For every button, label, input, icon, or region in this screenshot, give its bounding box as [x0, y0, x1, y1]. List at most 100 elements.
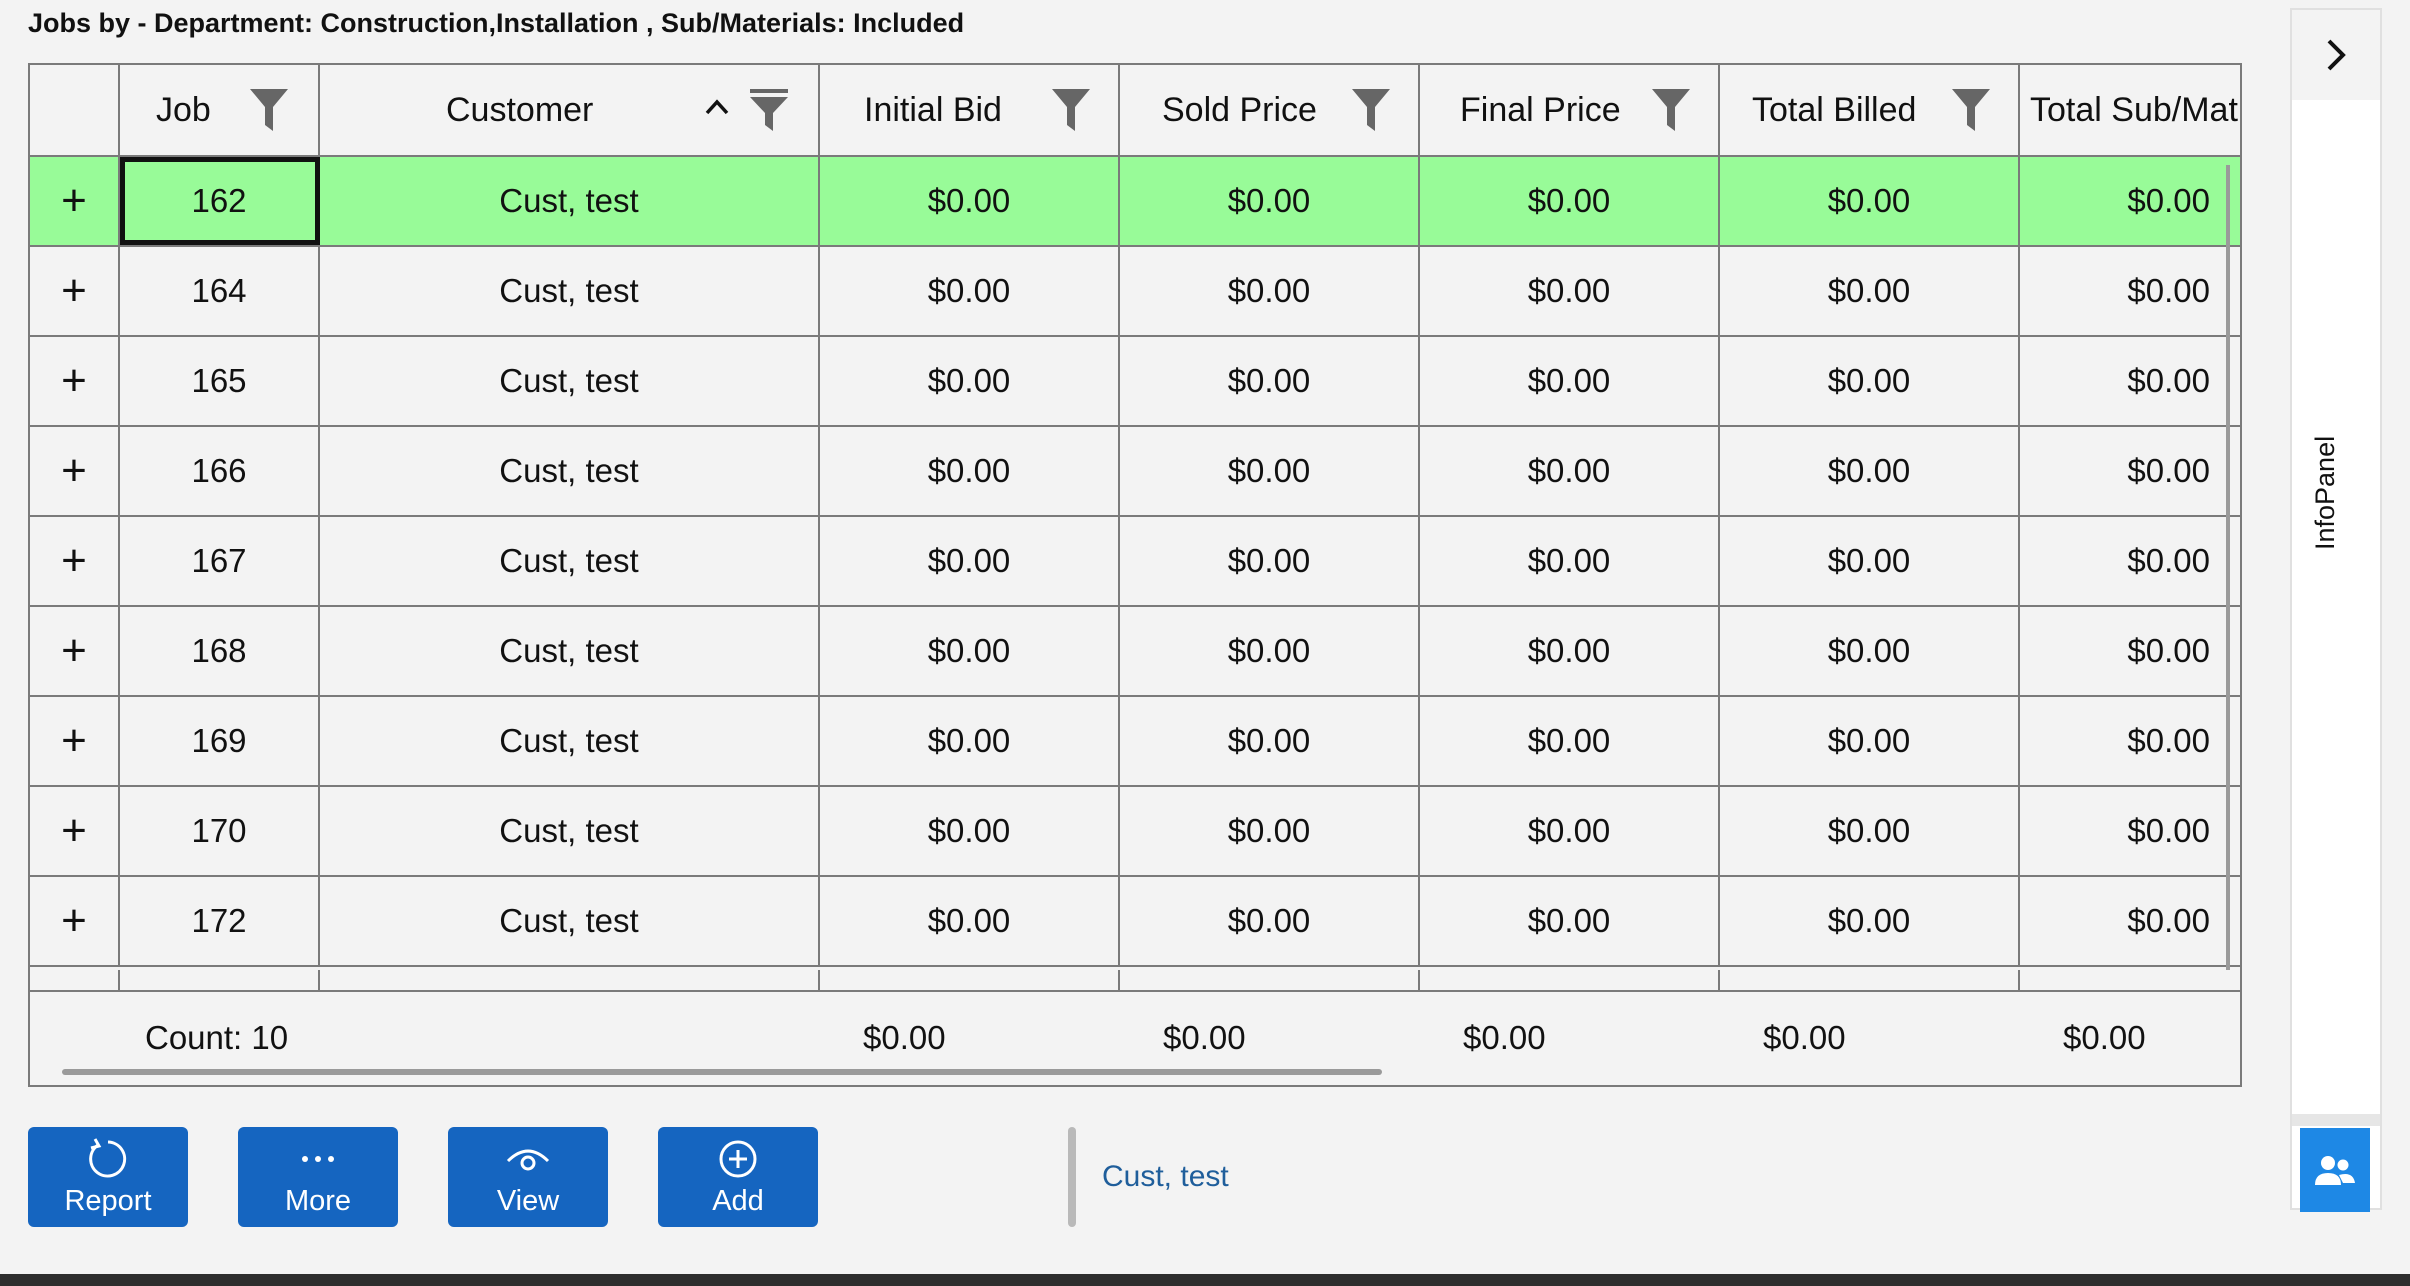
customer-cell[interactable]: Cust, test — [320, 787, 820, 875]
customer-cell[interactable]: Cust, test — [320, 247, 820, 335]
table-row[interactable]: + 170 Cust, test $0.00 $0.00 $0.00 $0.00… — [30, 787, 2240, 877]
initial-bid-cell[interactable]: $0.00 — [820, 787, 1120, 875]
initial-bid-cell[interactable]: $0.00 — [820, 697, 1120, 785]
filter-icon[interactable] — [1052, 89, 1090, 131]
sold-price-cell[interactable]: $0.00 — [1120, 157, 1420, 245]
total-billed-cell[interactable]: $0.00 — [1720, 427, 2020, 515]
report-button[interactable]: Report — [28, 1127, 188, 1227]
table-row[interactable]: + 172 Cust, test $0.00 $0.00 $0.00 $0.00… — [30, 877, 2240, 967]
sold-price-cell[interactable]: $0.00 — [1120, 337, 1420, 425]
customer-cell[interactable]: Cust, test — [320, 427, 820, 515]
initial-bid-cell[interactable]: $0.00 — [820, 157, 1120, 245]
horizontal-scrollbar[interactable] — [62, 1069, 1382, 1075]
jobs-grid[interactable]: Job Customer Initial Bid Sold Price Fina… — [28, 63, 2242, 1087]
view-button[interactable]: View — [448, 1127, 608, 1227]
header-job[interactable]: Job — [120, 65, 320, 155]
total-sub-mat-cell[interactable]: $0.00 — [2020, 607, 2240, 695]
total-billed-cell[interactable]: $0.00 — [1720, 607, 2020, 695]
initial-bid-cell[interactable]: $0.00 — [820, 877, 1120, 965]
job-cell[interactable]: 169 — [120, 697, 320, 785]
initial-bid-cell[interactable]: $0.00 — [820, 607, 1120, 695]
job-cell[interactable]: 170 — [120, 787, 320, 875]
more-button[interactable]: More — [238, 1127, 398, 1227]
vertical-scrollbar[interactable] — [2226, 165, 2230, 970]
header-sold-price[interactable]: Sold Price — [1120, 65, 1420, 155]
job-cell[interactable]: 168 — [120, 607, 320, 695]
sold-price-cell[interactable]: $0.00 — [1120, 247, 1420, 335]
customer-cell[interactable]: Cust, test — [320, 517, 820, 605]
total-billed-cell[interactable]: $0.00 — [1720, 697, 2020, 785]
filter-icon[interactable] — [1652, 89, 1690, 131]
total-sub-mat-cell[interactable]: $0.00 — [2020, 517, 2240, 605]
total-billed-cell[interactable]: $0.00 — [1720, 787, 2020, 875]
final-price-cell[interactable]: $0.00 — [1420, 697, 1720, 785]
job-cell[interactable]: 162 — [120, 157, 320, 245]
total-sub-mat-cell[interactable]: $0.00 — [2020, 427, 2240, 515]
final-price-cell[interactable]: $0.00 — [1420, 157, 1720, 245]
table-row[interactable]: + 167 Cust, test $0.00 $0.00 $0.00 $0.00… — [30, 517, 2240, 607]
panel-scroll-thumb[interactable] — [2292, 1114, 2380, 1126]
expand-button[interactable]: + — [30, 787, 120, 875]
expand-button[interactable]: + — [30, 697, 120, 785]
header-customer[interactable]: Customer — [320, 65, 820, 155]
total-billed-cell[interactable]: $0.00 — [1720, 247, 2020, 335]
customer-cell[interactable]: Cust, test — [320, 697, 820, 785]
total-sub-mat-cell[interactable]: $0.00 — [2020, 157, 2240, 245]
customer-cell[interactable]: Cust, test — [320, 157, 820, 245]
table-row[interactable]: + 165 Cust, test $0.00 $0.00 $0.00 $0.00… — [30, 337, 2240, 427]
final-price-cell[interactable]: $0.00 — [1420, 787, 1720, 875]
total-sub-mat-cell[interactable]: $0.00 — [2020, 787, 2240, 875]
expand-button[interactable]: + — [30, 877, 120, 965]
header-total-sub-mat[interactable]: Total Sub/Mat — [2020, 65, 2240, 155]
total-sub-mat-cell[interactable]: $0.00 — [2020, 877, 2240, 965]
expand-button[interactable]: + — [30, 337, 120, 425]
header-final-price[interactable]: Final Price — [1420, 65, 1720, 155]
total-sub-mat-cell[interactable]: $0.00 — [2020, 337, 2240, 425]
job-cell[interactable]: 164 — [120, 247, 320, 335]
header-total-billed[interactable]: Total Billed — [1720, 65, 2020, 155]
sold-price-cell[interactable]: $0.00 — [1120, 517, 1420, 605]
table-row[interactable]: + 162 Cust, test $0.00 $0.00 $0.00 $0.00… — [30, 157, 2240, 247]
expand-button[interactable]: + — [30, 157, 120, 245]
customer-cell[interactable]: Cust, test — [320, 877, 820, 965]
table-row[interactable]: + 166 Cust, test $0.00 $0.00 $0.00 $0.00… — [30, 427, 2240, 517]
sold-price-cell[interactable]: $0.00 — [1120, 427, 1420, 515]
add-button[interactable]: Add — [658, 1127, 818, 1227]
filter-icon[interactable] — [250, 89, 288, 131]
expand-button[interactable]: + — [30, 607, 120, 695]
header-initial-bid[interactable]: Initial Bid — [820, 65, 1120, 155]
sort-ascending-icon[interactable] — [704, 95, 730, 121]
total-billed-cell[interactable]: $0.00 — [1720, 157, 2020, 245]
initial-bid-cell[interactable]: $0.00 — [820, 247, 1120, 335]
initial-bid-cell[interactable]: $0.00 — [820, 517, 1120, 605]
job-cell[interactable]: 166 — [120, 427, 320, 515]
final-price-cell[interactable]: $0.00 — [1420, 427, 1720, 515]
total-sub-mat-cell[interactable]: $0.00 — [2020, 697, 2240, 785]
job-cell[interactable]: 165 — [120, 337, 320, 425]
total-billed-cell[interactable]: $0.00 — [1720, 517, 2020, 605]
expand-button[interactable]: + — [30, 427, 120, 515]
final-price-cell[interactable]: $0.00 — [1420, 247, 1720, 335]
total-sub-mat-cell[interactable]: $0.00 — [2020, 247, 2240, 335]
filter-icon[interactable] — [750, 89, 788, 131]
initial-bid-cell[interactable]: $0.00 — [820, 427, 1120, 515]
info-panel[interactable]: InfoPanel — [2290, 8, 2382, 1212]
customer-cell[interactable]: Cust, test — [320, 607, 820, 695]
final-price-cell[interactable]: $0.00 — [1420, 877, 1720, 965]
filter-icon[interactable] — [1952, 89, 1990, 131]
customer-cell[interactable]: Cust, test — [320, 337, 820, 425]
initial-bid-cell[interactable]: $0.00 — [820, 337, 1120, 425]
sold-price-cell[interactable]: $0.00 — [1120, 787, 1420, 875]
sold-price-cell[interactable]: $0.00 — [1120, 697, 1420, 785]
table-row[interactable]: + 168 Cust, test $0.00 $0.00 $0.00 $0.00… — [30, 607, 2240, 697]
contacts-button[interactable] — [2300, 1128, 2370, 1212]
table-row[interactable]: + 164 Cust, test $0.00 $0.00 $0.00 $0.00… — [30, 247, 2240, 337]
final-price-cell[interactable]: $0.00 — [1420, 607, 1720, 695]
final-price-cell[interactable]: $0.00 — [1420, 337, 1720, 425]
final-price-cell[interactable]: $0.00 — [1420, 517, 1720, 605]
expand-button[interactable]: + — [30, 517, 120, 605]
sold-price-cell[interactable]: $0.00 — [1120, 607, 1420, 695]
total-billed-cell[interactable]: $0.00 — [1720, 877, 2020, 965]
total-billed-cell[interactable]: $0.00 — [1720, 337, 2020, 425]
expand-button[interactable]: + — [30, 247, 120, 335]
